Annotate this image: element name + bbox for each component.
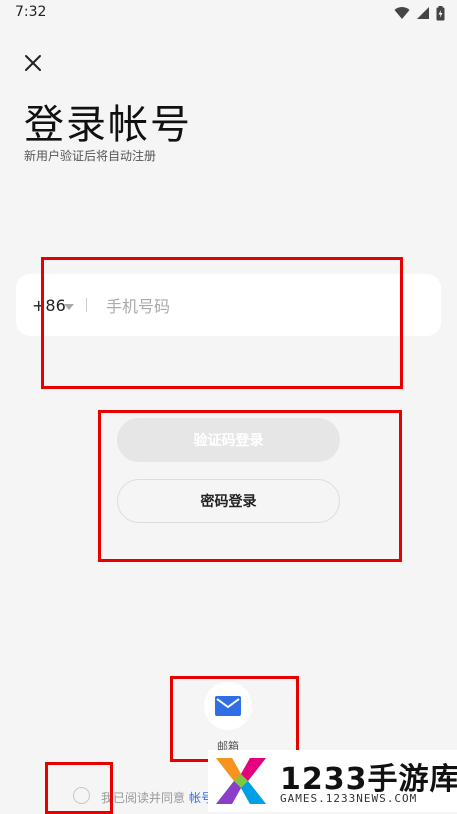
wifi-icon [394, 7, 410, 20]
status-time: 7:32 [15, 4, 47, 20]
page-subtitle: 新用户验证后将自动注册 [24, 149, 157, 163]
email-login-button[interactable] [204, 682, 252, 730]
status-bar: 7:32 [0, 0, 457, 26]
1233-logo-icon [216, 758, 266, 804]
close-button[interactable] [22, 52, 44, 74]
phone-input-row: +86 [16, 274, 441, 336]
status-icons [394, 5, 445, 21]
divider [86, 298, 87, 312]
phone-number-input[interactable] [104, 286, 418, 326]
password-login-button[interactable]: 密码登录 [117, 479, 340, 523]
page-title: 登录帐号 [24, 102, 192, 148]
sms-code-login-button[interactable]: 验证码登录 [117, 418, 340, 462]
country-code-selector[interactable]: +86 [32, 296, 66, 315]
watermark-url: GAMES.1233NEWS.COM [280, 792, 418, 805]
agreement-text: 我已阅读并同意 [101, 791, 186, 805]
chevron-down-icon[interactable] [64, 304, 74, 310]
mail-icon [215, 696, 241, 716]
battery-icon [436, 5, 445, 20]
close-icon [25, 55, 41, 71]
watermark: 1233手游库 GAMES.1233NEWS.COM [208, 750, 457, 812]
agreement-checkbox[interactable] [73, 787, 90, 804]
signal-icon [417, 7, 429, 19]
